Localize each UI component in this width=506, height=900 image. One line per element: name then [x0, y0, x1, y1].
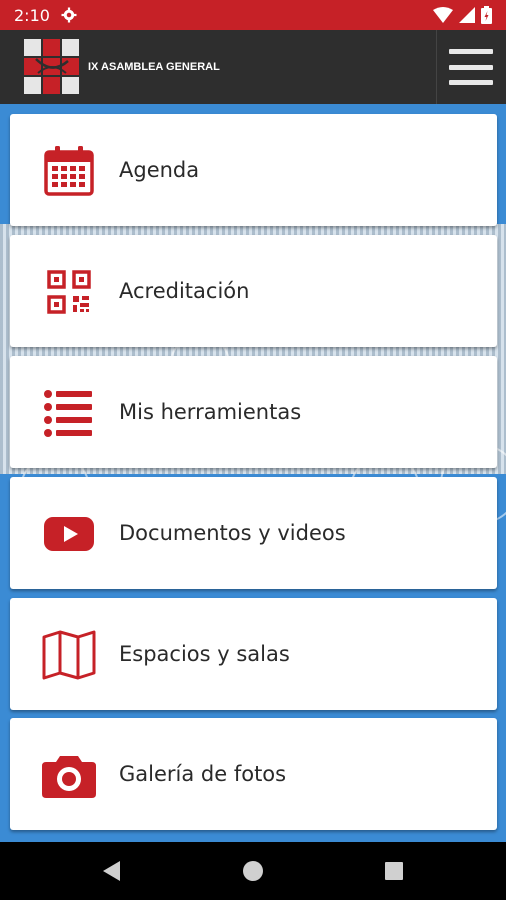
assembly-logo [24, 39, 79, 94]
camera-icon [42, 756, 96, 798]
recents-icon[interactable] [382, 859, 406, 883]
calendar-icon [44, 146, 94, 196]
menu-item-label: Acreditación [119, 279, 250, 303]
menu-item-espacios-y-salas[interactable]: Espacios y salas [10, 598, 497, 710]
menu-item-mis-herramientas[interactable]: Mis herramientas [10, 356, 497, 468]
menu-item-acreditacion[interactable]: Acreditación [10, 235, 497, 347]
menu-item-label: Documentos y videos [119, 521, 346, 545]
app-bar: IX ASAMBLEA GENERAL [0, 30, 506, 104]
youtube-play-icon [44, 517, 94, 551]
menu-item-galeria-de-fotos[interactable]: Galería de fotos [10, 718, 497, 830]
settings-gear-icon [61, 7, 77, 23]
menu-item-agenda[interactable]: Agenda [10, 114, 497, 226]
battery-icon [481, 6, 492, 24]
menu-item-label: Mis herramientas [119, 400, 302, 424]
menu-item-label: Espacios y salas [119, 642, 290, 666]
menu-divider [436, 30, 437, 104]
hamburger-menu-icon[interactable] [446, 46, 496, 88]
main-menu: Agenda Acreditación Mis herramientas Doc… [0, 104, 506, 842]
signal-icon [459, 7, 475, 23]
home-icon[interactable] [241, 859, 265, 883]
qr-code-icon [47, 270, 91, 314]
menu-item-label: Agenda [119, 158, 200, 182]
back-icon[interactable] [100, 859, 124, 883]
menu-item-documentos-y-videos[interactable]: Documentos y videos [10, 477, 497, 589]
system-nav-bar [0, 842, 506, 900]
app-title: IX ASAMBLEA GENERAL [88, 61, 220, 73]
list-icon [44, 390, 92, 437]
status-time: 2:10 [14, 5, 50, 25]
menu-item-label: Galería de fotos [119, 762, 287, 786]
status-bar: 2:10 [0, 0, 506, 30]
map-icon [42, 630, 96, 680]
wifi-icon [433, 7, 453, 23]
